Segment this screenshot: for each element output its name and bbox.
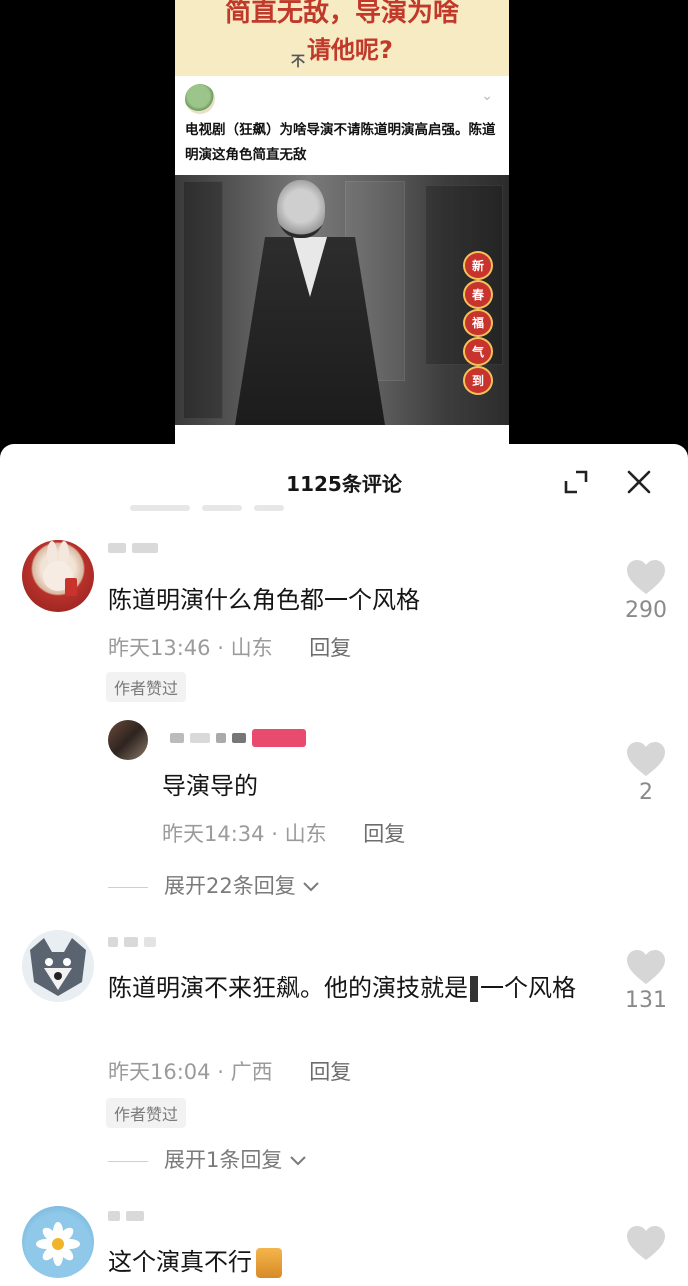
meta-separator: · (271, 822, 285, 846)
expand-replies-button[interactable]: 展开1条回复 (108, 1144, 307, 1174)
post-author-avatar[interactable] (185, 84, 215, 114)
redacted-mark (470, 976, 478, 1002)
like-button[interactable] (616, 1226, 676, 1262)
comment-meta: 昨天14:34 · 山东 回复 (162, 818, 405, 848)
heart-icon (627, 742, 665, 776)
new-year-sticker: 新 春 福 气 到 (461, 253, 495, 393)
heart-icon (627, 560, 665, 594)
expand-replies-label: 展开22条回复 (164, 874, 296, 898)
flower-avatar[interactable] (22, 1206, 94, 1278)
divider (108, 1160, 148, 1162)
post-banner: 简直无敌，导演为啥 不请他呢? (175, 0, 509, 76)
like-button[interactable]: 2 (616, 742, 676, 805)
post-header: ⌄ (175, 76, 509, 118)
username-redacted[interactable] (170, 729, 306, 747)
sheet-header: 1125条评论 (0, 444, 688, 518)
expand-replies-label: 展开1条回复 (164, 1148, 283, 1172)
sticker-char: 气 (465, 339, 491, 365)
like-count: 131 (625, 988, 667, 1013)
wolf-avatar[interactable] (22, 930, 94, 1002)
post-title: 电视剧（狂飙）为啥导演不请陈道明演高启强。陈道明演这角色简直无敌 (185, 122, 496, 163)
photo-person (235, 175, 385, 425)
comment-meta: 昨天16:04 · 广西 回复 (108, 1056, 351, 1086)
comment-text: 这个演真不行 (108, 1244, 282, 1280)
sticker-char: 新 (465, 253, 491, 278)
meta-separator: · (217, 636, 231, 660)
comment-time: 昨天13:46 (108, 636, 211, 660)
sticker-char: 春 (465, 281, 491, 307)
chevron-down-icon[interactable]: ⌄ (481, 88, 493, 104)
comment-item: 陈道明演什么角色都一个风格 昨天13:46 · 山东 回复 作者赞过 290 (0, 540, 688, 710)
comment-item: 这个演真不行 (0, 1206, 688, 1286)
banner-line-2-text: 请他呢? (307, 36, 393, 64)
sticker-char: 到 (465, 368, 491, 393)
person-head (277, 180, 325, 238)
banner-line-2: 不请他呢? (175, 30, 509, 71)
scrolled-content-fade (130, 496, 370, 511)
reply-item: 导演导的 昨天14:34 · 山东 回复 2 展开22条回复 (0, 720, 688, 900)
reply-button[interactable]: 回复 (309, 1060, 351, 1084)
divider (108, 886, 148, 888)
post-footer (175, 425, 509, 445)
comment-location: 山东 (284, 822, 327, 846)
post-photo[interactable]: 新 春 福 气 到 (175, 175, 509, 425)
heart-icon (627, 950, 665, 984)
comment-time: 昨天14:34 (162, 822, 265, 846)
expand-replies-button[interactable]: 展开22条回复 (108, 870, 320, 900)
chevron-down-icon (303, 882, 320, 892)
comment-meta: 昨天13:46 · 山东 回复 (108, 632, 351, 662)
comment-text-body: 这个演真不行 (108, 1248, 252, 1276)
embedded-post: 简直无敌，导演为啥 不请他呢? ⌄ 电视剧（狂飙）为啥导演不请陈道明演高启强。陈… (175, 0, 509, 445)
comment-text-part1: 陈道明演不来狂飙。他的演技就是 (108, 974, 468, 1002)
banner-prefix: 不 (291, 54, 306, 70)
reply-button[interactable]: 回复 (309, 636, 351, 660)
comment-location: 广西 (230, 1060, 273, 1084)
reply-button[interactable]: 回复 (363, 822, 405, 846)
comment-location: 山东 (230, 636, 273, 660)
comment-text: 导演导的 (162, 772, 258, 800)
comment-text: 陈道明演不来狂飙。他的演技就是 一个风格 (108, 970, 608, 1006)
banner-line-1: 简直无敌，导演为啥 (224, 0, 459, 28)
photo-wall-panel (183, 181, 223, 419)
username-redacted[interactable] (108, 542, 158, 554)
chevron-down-icon (290, 1156, 306, 1166)
author-liked-badge: 作者赞过 (106, 672, 187, 702)
photo-avatar[interactable] (108, 720, 148, 760)
comment-item: 陈道明演不来狂飙。他的演技就是 一个风格 昨天16:04 · 广西 回复 作者赞过… (0, 930, 688, 1190)
close-icon[interactable] (625, 468, 653, 496)
comment-time: 昨天16:04 (108, 1060, 211, 1084)
like-count: 2 (639, 780, 653, 805)
rabbit-avatar[interactable] (22, 540, 94, 612)
like-count: 290 (625, 598, 667, 623)
sticker-char: 福 (465, 310, 491, 336)
comment-text: 陈道明演什么角色都一个风格 (108, 586, 420, 614)
heart-icon (627, 1226, 665, 1260)
meta-separator: · (217, 1060, 231, 1084)
like-button[interactable]: 131 (616, 950, 676, 1013)
cat-emoji-icon (256, 1248, 282, 1278)
expand-icon[interactable] (563, 469, 589, 495)
username-redacted[interactable] (108, 936, 156, 948)
like-button[interactable]: 290 (616, 560, 676, 623)
comment-text-part2: 一个风格 (480, 974, 576, 1002)
username-redacted[interactable] (108, 1210, 144, 1222)
author-liked-badge: 作者赞过 (106, 1098, 187, 1128)
comments-sheet: 1125条评论 陈道明演什么角色都一个风格 昨天13:46 · 山东 回复 作者… (0, 444, 688, 1286)
